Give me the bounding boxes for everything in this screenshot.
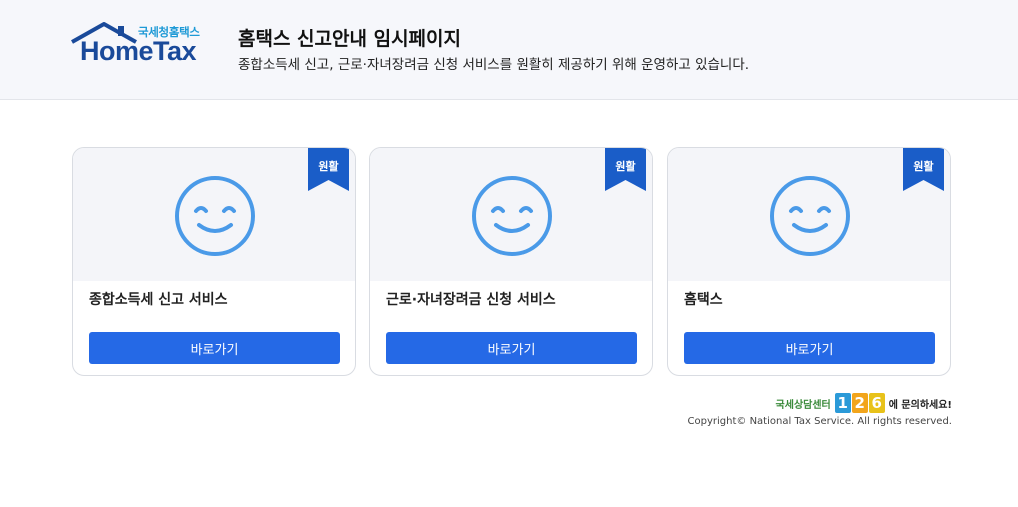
page-header: 국세청홈택스 HomeTax 홈택스 신고안내 임시페이지 종합소득세 신고, … (0, 0, 1018, 100)
go-button-income-tax[interactable]: 바로가기 (89, 332, 340, 364)
service-card-income-tax: 원활 종합소득세 신고 서비스 바로가기 (72, 147, 356, 376)
call-center-digit: 1 (834, 393, 851, 413)
status-badge: 원활 (605, 148, 646, 191)
service-card-incentive: 원활 근로·자녀장려금 신청 서비스 바로가기 (369, 147, 653, 376)
service-card-hometax: 원활 홈택스 바로가기 (667, 147, 951, 376)
call-center-prefix: 국세상담센터 (775, 399, 831, 411)
copyright-text: Copyright© National Tax Service. All rig… (687, 416, 952, 427)
smile-face-icon (472, 176, 552, 256)
go-button-hometax[interactable]: 바로가기 (684, 332, 935, 364)
call-center-digit: 2 (851, 393, 868, 413)
page-subtitle: 종합소득세 신고, 근로·자녀장려금 신청 서비스를 원활히 제공하기 위해 운… (238, 57, 750, 73)
hometax-logo[interactable]: 국세청홈택스 HomeTax (70, 22, 210, 68)
card-title: 근로·자녀장려금 신청 서비스 (386, 292, 556, 308)
status-label: 원활 (318, 160, 339, 173)
go-button-incentive[interactable]: 바로가기 (386, 332, 637, 364)
status-label: 원활 (615, 160, 636, 173)
smile-face-icon (770, 176, 850, 256)
smile-face-icon (175, 176, 255, 256)
status-badge: 원활 (903, 148, 944, 191)
card-title: 종합소득세 신고 서비스 (89, 292, 228, 308)
status-badge: 원활 (308, 148, 349, 191)
logo-wordmark: HomeTax (80, 36, 197, 66)
page-title: 홈택스 신고안내 임시페이지 (238, 28, 461, 50)
call-center-digit: 6 (868, 393, 885, 413)
call-center-banner: 국세상담센터 1 2 6 에 문의하세요! (776, 393, 952, 413)
call-center-number: 1 2 6 (834, 393, 885, 413)
call-center-suffix: 에 문의하세요! (888, 399, 952, 411)
card-title: 홈택스 (684, 292, 723, 308)
status-label: 원활 (913, 160, 934, 173)
